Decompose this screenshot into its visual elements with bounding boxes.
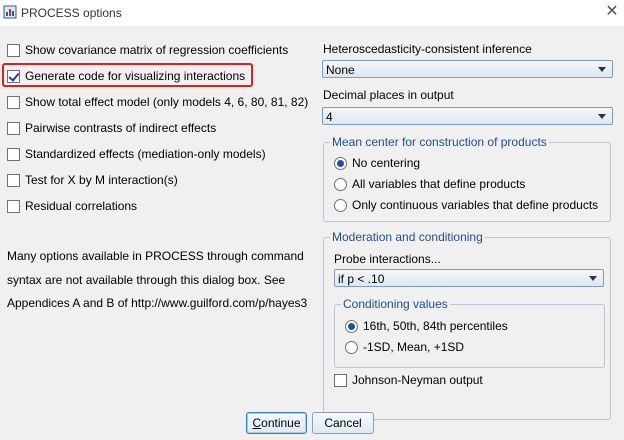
option-label: Standardized effects (mediation-only mod… (25, 147, 266, 161)
option-visualize-interactions[interactable]: Generate code for visualizing interactio… (7, 68, 245, 84)
radio-percentiles[interactable]: 16th, 50th, 84th percentiles (345, 318, 508, 334)
group-legend: Conditioning values (341, 297, 450, 311)
radio-label: All variables that define products (352, 177, 526, 191)
chevron-down-icon (598, 67, 606, 72)
group-legend: Moderation and conditioning (330, 230, 485, 244)
radio[interactable] (334, 177, 347, 191)
dialog-body: Show covariance matrix of regression coe… (0, 26, 624, 440)
process-app-icon (3, 5, 17, 19)
window-title: PROCESS options (21, 6, 122, 20)
decimal-places-label: Decimal places in output (323, 88, 454, 102)
radio-continuous-variables[interactable]: Only continuous variables that define pr… (334, 197, 598, 213)
option-johnson-neyman[interactable]: Johnson-Neyman output (334, 372, 483, 388)
conditioning-values-group: Conditioning values 16th, 50th, 84th per… (334, 297, 605, 368)
probe-interactions-select[interactable]: if p < .10 (334, 269, 604, 287)
checkbox[interactable] (7, 199, 20, 213)
radio-selected[interactable] (345, 319, 358, 333)
decimal-places-select[interactable]: 4 (322, 107, 613, 125)
option-standardized-effects[interactable]: Standardized effects (mediation-only mod… (7, 146, 266, 162)
radio[interactable] (334, 198, 347, 212)
option-label: Generate code for visualizing interactio… (25, 69, 246, 83)
option-label: Show covariance matrix of regression coe… (25, 43, 289, 57)
radio-no-centering[interactable]: No centering (334, 155, 420, 171)
checkbox[interactable] (7, 121, 20, 135)
radio-label: 16th, 50th, 84th percentiles (363, 319, 508, 333)
continue-label: ontinue (261, 416, 301, 430)
checkbox-checked[interactable] (7, 69, 20, 83)
chevron-down-icon (598, 114, 606, 119)
option-label: Residual correlations (25, 199, 138, 213)
close-icon[interactable]: ✕ (604, 4, 620, 20)
cancel-button[interactable]: Cancel (312, 412, 374, 434)
continue-accelerator: C (252, 416, 262, 430)
mean-center-group: Mean center for construction of products… (323, 135, 611, 222)
option-total-effect-model[interactable]: Show total effect model (only models 4, … (7, 94, 308, 110)
hc-inference-select[interactable]: None (322, 60, 613, 78)
checkbox[interactable] (334, 373, 347, 387)
option-residual-correlations[interactable]: Residual correlations (7, 198, 137, 214)
hc-inference-label: Heteroscedasticity-consistent inference (323, 42, 532, 56)
radio-selected[interactable] (334, 156, 347, 170)
probe-interactions-label: Probe interactions... (334, 252, 441, 266)
select-value: if p < .10 (338, 272, 385, 286)
option-x-by-m-interaction[interactable]: Test for X by M interaction(s) (7, 172, 178, 188)
option-label: Show total effect model (only models 4, … (25, 95, 309, 109)
title-bar: PROCESS options ✕ (0, 0, 624, 26)
radio-label: Only continuous variables that define pr… (352, 198, 599, 212)
moderation-group: Moderation and conditioning Probe intera… (323, 230, 611, 420)
option-pairwise-contrasts[interactable]: Pairwise contrasts of indirect effects (7, 120, 216, 136)
radio[interactable] (345, 340, 358, 354)
option-label: Pairwise contrasts of indirect effects (25, 121, 217, 135)
radio-all-variables[interactable]: All variables that define products (334, 176, 525, 192)
radio-label: -1SD, Mean, +1SD (363, 340, 465, 354)
chevron-down-icon (589, 276, 597, 281)
checkbox[interactable] (7, 173, 20, 187)
group-legend: Mean center for construction of products (330, 135, 549, 149)
radio-label: No centering (352, 156, 421, 170)
checkbox[interactable] (7, 95, 20, 109)
option-label: Johnson-Neyman output (352, 373, 483, 387)
note-line: Appendices A and B of http://www.guilfor… (7, 296, 308, 310)
select-value: 4 (326, 110, 333, 124)
option-label: Test for X by M interaction(s) (25, 173, 178, 187)
radio-sd-mean[interactable]: -1SD, Mean, +1SD (345, 339, 464, 355)
note-line: Many options available in PROCESS throug… (7, 249, 304, 263)
checkbox[interactable] (7, 43, 20, 57)
note-line: syntax are not available through this di… (7, 273, 286, 287)
option-covariance-matrix[interactable]: Show covariance matrix of regression coe… (7, 42, 288, 58)
select-value: None (326, 63, 355, 77)
checkbox[interactable] (7, 147, 20, 161)
continue-button[interactable]: Continue (246, 412, 307, 434)
